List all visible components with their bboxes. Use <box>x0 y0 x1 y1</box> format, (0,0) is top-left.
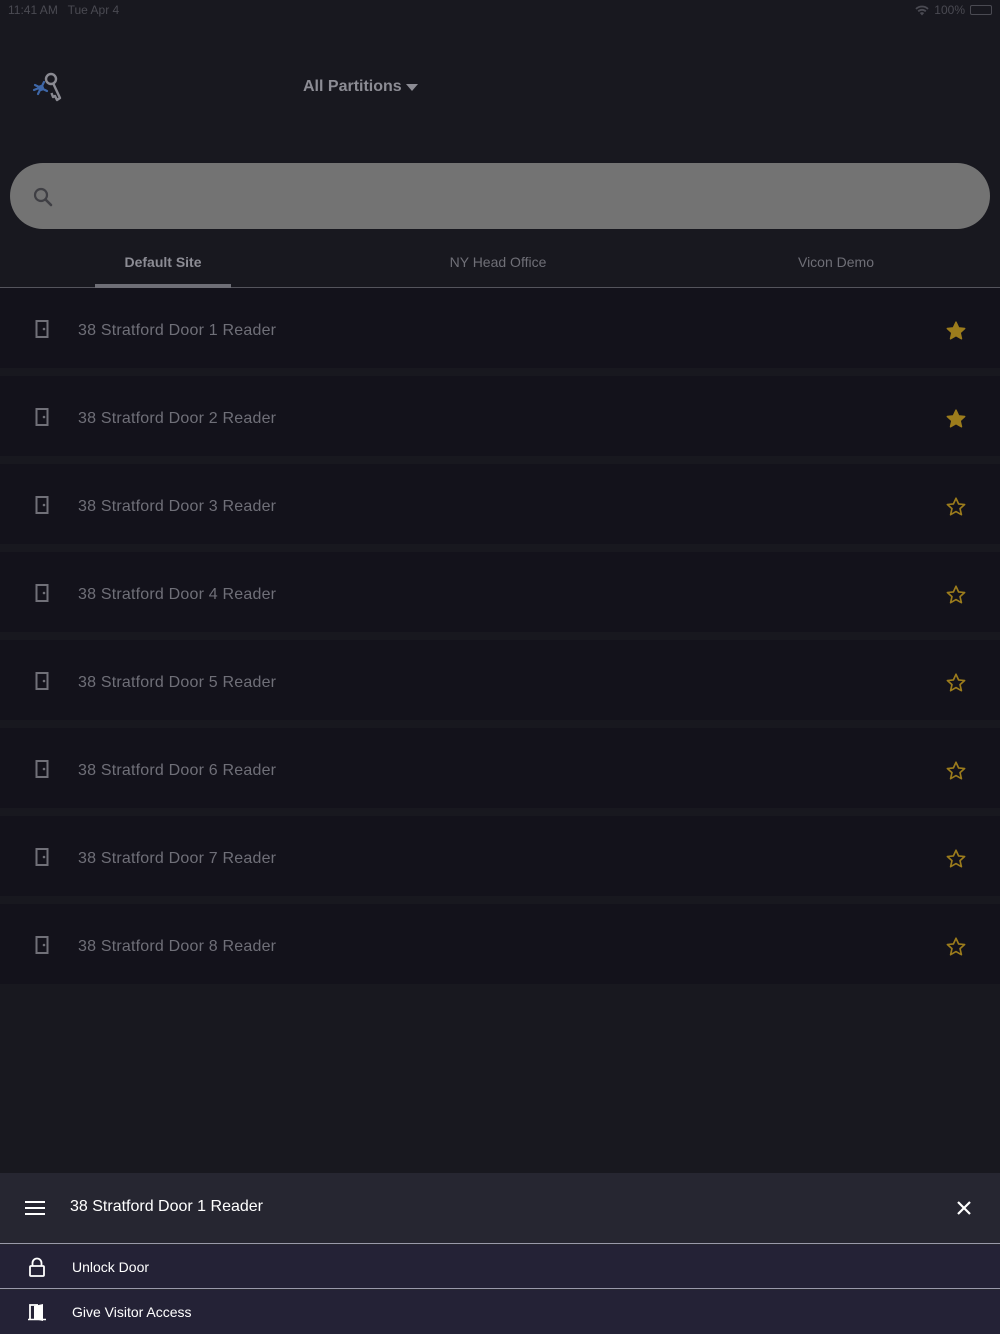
door-label: 38 Stratford Door 3 Reader <box>78 498 277 515</box>
door-list-item[interactable]: 38 Stratford Door 7 Reader <box>0 816 1000 896</box>
lock-icon <box>29 1257 45 1277</box>
door-label: 38 Stratford Door 8 Reader <box>78 938 277 955</box>
favorite-star-icon[interactable] <box>945 584 967 606</box>
search-bar[interactable] <box>10 163 990 229</box>
visitor-door-icon <box>28 1304 46 1321</box>
door-list: 38 Stratford Door 1 Reader 38 Stratford … <box>0 288 1000 992</box>
partition-label: All Partitions <box>303 78 402 95</box>
door-list-item[interactable]: 38 Stratford Door 1 Reader <box>0 288 1000 368</box>
unlock-door-button[interactable]: Unlock Door <box>0 1245 1000 1289</box>
door-list-item[interactable]: 38 Stratford Door 6 Reader <box>0 728 1000 808</box>
door-icon <box>35 584 49 602</box>
search-icon <box>33 187 53 207</box>
favorite-star-icon[interactable] <box>945 936 967 958</box>
close-icon[interactable] <box>956 1200 972 1216</box>
door-label: 38 Stratford Door 1 Reader <box>78 322 277 339</box>
hamburger-menu-icon[interactable] <box>25 1200 45 1216</box>
door-action-sheet: 38 Stratford Door 1 Reader Unlock Door G… <box>0 1173 1000 1334</box>
site-tabs: Default Site NY Head Office Vicon Demo <box>0 240 1000 288</box>
door-icon <box>35 496 49 514</box>
door-label: 38 Stratford Door 4 Reader <box>78 586 277 603</box>
favorite-star-icon[interactable] <box>945 320 967 342</box>
search-input[interactable] <box>66 175 966 217</box>
door-label: 38 Stratford Door 5 Reader <box>78 674 277 691</box>
status-time: 11:41 AM <box>8 3 58 17</box>
door-icon <box>35 760 49 778</box>
partition-selector[interactable]: All Partitions <box>303 76 418 98</box>
favorite-star-icon[interactable] <box>945 760 967 782</box>
door-label: 38 Stratford Door 7 Reader <box>78 850 277 867</box>
status-bar: 11:41 AM Tue Apr 4 100% <box>0 0 1000 20</box>
door-label: 38 Stratford Door 2 Reader <box>78 410 277 427</box>
wifi-icon <box>915 5 929 15</box>
door-icon <box>35 672 49 690</box>
door-list-item[interactable]: 38 Stratford Door 5 Reader <box>0 640 1000 720</box>
tab-ny-head-office[interactable]: NY Head Office <box>430 254 566 270</box>
door-label: 38 Stratford Door 6 Reader <box>78 762 277 779</box>
tab-default-site[interactable]: Default Site <box>95 254 231 270</box>
unlock-door-label: Unlock Door <box>72 1259 150 1275</box>
give-visitor-access-label: Give Visitor Access <box>72 1304 192 1320</box>
door-list-item[interactable]: 38 Stratford Door 8 Reader <box>0 904 1000 984</box>
favorite-star-icon[interactable] <box>945 848 967 870</box>
door-list-item[interactable]: 38 Stratford Door 4 Reader <box>0 552 1000 632</box>
favorite-star-icon[interactable] <box>945 496 967 518</box>
caret-down-icon <box>405 83 418 91</box>
door-icon <box>35 320 49 338</box>
sheet-title: 38 Stratford Door 1 Reader <box>70 1198 263 1215</box>
sheet-header: 38 Stratford Door 1 Reader <box>0 1173 1000 1244</box>
give-visitor-access-button[interactable]: Give Visitor Access <box>0 1290 1000 1334</box>
favorite-star-icon[interactable] <box>945 408 967 430</box>
battery-icon <box>970 5 992 15</box>
favorite-star-icon[interactable] <box>945 672 967 694</box>
door-icon <box>35 936 49 954</box>
door-list-item[interactable]: 38 Stratford Door 2 Reader <box>0 376 1000 456</box>
door-list-item[interactable]: 38 Stratford Door 3 Reader <box>0 464 1000 544</box>
keys-icon[interactable] <box>30 70 64 104</box>
door-icon <box>35 848 49 866</box>
battery-percent: 100% <box>934 3 965 17</box>
tab-vicon-demo[interactable]: Vicon Demo <box>768 254 904 270</box>
status-date: Tue Apr 4 <box>67 3 120 17</box>
door-icon <box>35 408 49 426</box>
